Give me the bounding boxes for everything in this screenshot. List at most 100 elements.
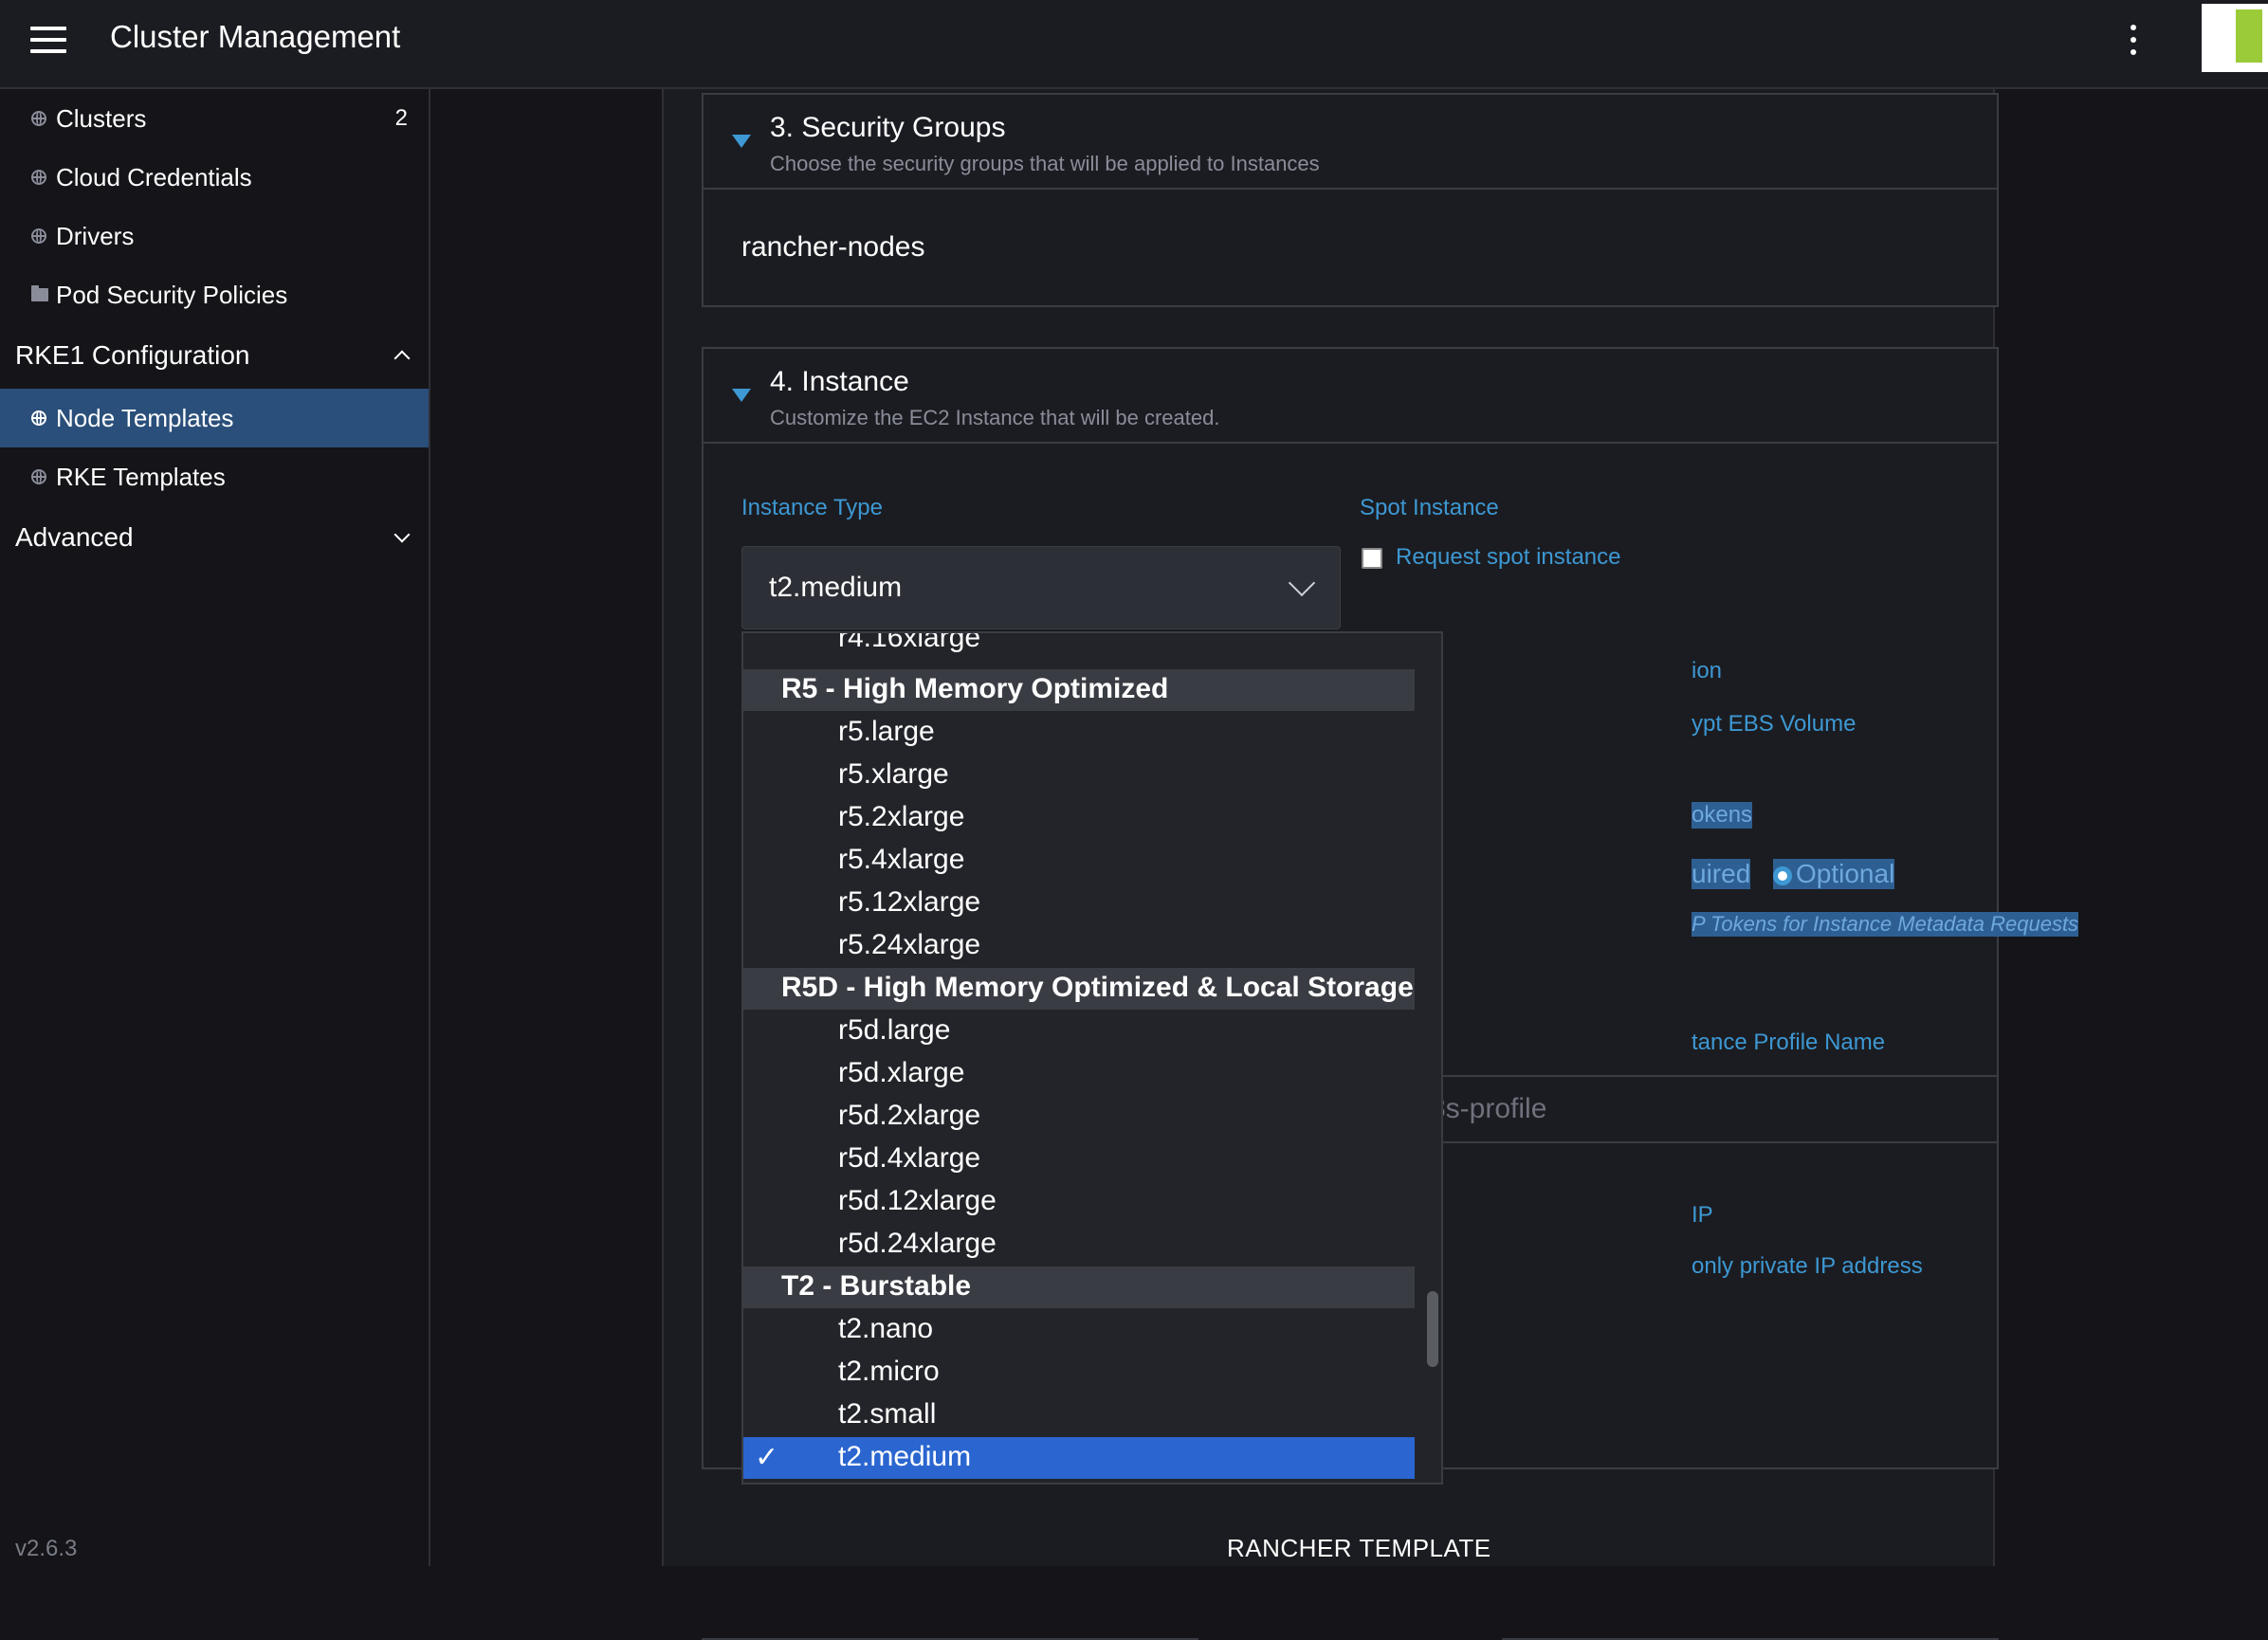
security-groups-header[interactable]: 3. Security Groups Choose the security g… xyxy=(704,95,1997,190)
security-groups-title: 3. Security Groups xyxy=(770,112,1006,143)
encrypt-ebs-volume-label[interactable]: ypt EBS Volume xyxy=(1692,711,1856,738)
option-group-r5: R5 - High Memory Optimized xyxy=(743,669,1415,711)
globe-icon xyxy=(31,111,46,126)
option-r5d-xlarge[interactable]: r5d.xlarge xyxy=(743,1053,1415,1095)
folder-icon xyxy=(31,285,48,302)
sidebar-group-label: RKE1 Configuration xyxy=(15,340,250,370)
sidebar-item-node-templates[interactable]: Node Templates xyxy=(0,389,429,447)
sidebar-item-label: Drivers xyxy=(56,221,135,250)
globe-icon xyxy=(31,170,46,185)
sidebar-item-cloud-credentials[interactable]: Cloud Credentials xyxy=(0,148,429,207)
option-t2-nano[interactable]: t2.nano xyxy=(743,1309,1415,1351)
option-group-r5d: R5D - High Memory Optimized & Local Stor… xyxy=(743,968,1415,1010)
option-label: r5.large xyxy=(838,716,935,747)
chevron-up-icon xyxy=(393,350,411,367)
chevron-down-icon xyxy=(1288,569,1316,597)
option-label: r5d.large xyxy=(838,1014,951,1046)
checkmark-icon: ✓ xyxy=(755,1442,779,1473)
scrollbar-thumb[interactable] xyxy=(1427,1291,1438,1367)
sidebar: Clusters 2 Cloud Credentials Drivers Pod… xyxy=(0,89,430,1566)
instance-subtitle: Customize the EC2 Instance that will be … xyxy=(770,406,1220,429)
sidebar-item-rke-templates[interactable]: RKE Templates xyxy=(0,447,429,506)
instance-type-dropdown-list[interactable]: r4.16xlarge R5 - High Memory Optimized r… xyxy=(741,631,1443,1485)
http-tokens-label: okens xyxy=(1692,802,1753,829)
tokens-required-option[interactable]: uired xyxy=(1692,859,1751,889)
avatar-image xyxy=(2236,9,2262,63)
use-private-ip-only-label[interactable]: only private IP address xyxy=(1692,1253,1923,1280)
option-r4-16xlarge[interactable]: r4.16xlarge xyxy=(743,631,1415,660)
more-options-icon[interactable] xyxy=(2124,23,2143,57)
instance-header[interactable]: 4. Instance Customize the EC2 Instance t… xyxy=(704,349,1997,444)
option-group-label: T2 - Burstable xyxy=(781,1270,972,1302)
chevron-down-icon xyxy=(393,526,411,543)
sidebar-item-label: RKE Templates xyxy=(56,462,226,491)
top-header: Cluster Management xyxy=(0,0,2268,89)
instance-type-select[interactable]: t2.medium xyxy=(741,546,1341,629)
app-title: Cluster Management xyxy=(110,19,401,54)
globe-icon xyxy=(31,410,46,426)
option-t2-micro[interactable]: t2.micro xyxy=(743,1352,1415,1394)
option-label: r5d.24xlarge xyxy=(838,1228,997,1259)
option-r5-24xlarge[interactable]: r5.24xlarge xyxy=(743,925,1415,967)
option-label: r5.2xlarge xyxy=(838,801,965,832)
sidebar-item-drivers[interactable]: Drivers xyxy=(0,207,429,265)
sidebar-item-pod-security-policies[interactable]: Pod Security Policies xyxy=(0,265,429,324)
iam-instance-profile-field[interactable] xyxy=(1418,1077,1997,1141)
radio-selected-icon xyxy=(1773,866,1792,885)
version-label: v2.6.3 xyxy=(15,1536,78,1561)
required-option-label: uired xyxy=(1692,859,1751,888)
request-spot-instance-label[interactable]: Request spot instance xyxy=(1396,544,1620,571)
collapse-triangle-icon[interactable] xyxy=(732,389,751,402)
sidebar-item-label: Node Templates xyxy=(56,403,234,432)
option-label: t2.medium xyxy=(838,1441,972,1472)
sidebar-item-clusters[interactable]: Clusters 2 xyxy=(0,89,429,148)
encryption-label: ion xyxy=(1692,658,1723,683)
option-label: r5.12xlarge xyxy=(838,886,981,918)
option-r5-12xlarge[interactable]: r5.12xlarge xyxy=(743,883,1415,924)
collapse-triangle-icon[interactable] xyxy=(732,135,751,148)
sidebar-item-label: Clusters xyxy=(56,103,147,133)
option-r5d-4xlarge[interactable]: r5d.4xlarge xyxy=(743,1139,1415,1180)
rancher-template-label: RANCHER TEMPLATE xyxy=(1227,1534,1491,1562)
option-r5-2xlarge[interactable]: r5.2xlarge xyxy=(743,797,1415,839)
spot-instance-label: Spot Instance xyxy=(1360,495,1499,520)
security-groups-card: 3. Security Groups Choose the security g… xyxy=(702,93,1999,307)
option-t2-small[interactable]: t2.small xyxy=(743,1394,1415,1436)
option-r5d-24xlarge[interactable]: r5d.24xlarge xyxy=(743,1224,1415,1266)
tokens-optional-option[interactable]: Optional xyxy=(1773,859,1895,889)
option-r5d-2xlarge[interactable]: r5d.2xlarge xyxy=(743,1096,1415,1138)
spot-instance-checkbox[interactable] xyxy=(1362,548,1382,569)
dropdown-scrollbar[interactable] xyxy=(1422,633,1441,1483)
option-r5-4xlarge[interactable]: r5.4xlarge xyxy=(743,840,1415,882)
user-avatar[interactable] xyxy=(2202,4,2268,72)
hamburger-menu-icon[interactable] xyxy=(30,27,66,53)
option-label: r4.16xlarge xyxy=(838,631,981,653)
globe-icon xyxy=(31,228,46,244)
option-r5-large[interactable]: r5.large xyxy=(743,712,1415,754)
option-r5d-12xlarge[interactable]: r5d.12xlarge xyxy=(743,1181,1415,1223)
sidebar-group-rke1-configuration[interactable]: RKE1 Configuration xyxy=(0,326,429,385)
sidebar-group-advanced[interactable]: Advanced xyxy=(0,508,429,567)
http-tokens-description: P Tokens for Instance Metadata Requests xyxy=(1692,912,2079,937)
option-label: r5d.xlarge xyxy=(838,1057,965,1088)
sidebar-item-label: Cloud Credentials xyxy=(56,162,252,191)
option-label: r5.4xlarge xyxy=(838,844,965,875)
optional-option-label: Optional xyxy=(1796,859,1895,888)
clusters-count-badge: 2 xyxy=(394,105,408,131)
option-label: t2.small xyxy=(838,1398,937,1430)
option-label: t2.nano xyxy=(838,1313,934,1344)
instance-title: 4. Instance xyxy=(770,366,909,397)
globe-icon xyxy=(31,469,46,484)
option-group-label: R5D - High Memory Optimized & Local Stor… xyxy=(781,972,1414,1003)
iam-instance-profile-label: tance Profile Name xyxy=(1692,1030,1886,1055)
iam-instance-profile-input[interactable] xyxy=(1417,1075,1999,1143)
security-groups-subtitle: Choose the security groups that will be … xyxy=(770,152,1320,175)
option-label: r5d.12xlarge xyxy=(838,1185,997,1216)
option-r5d-large[interactable]: r5d.large xyxy=(743,1011,1415,1052)
option-r5-xlarge[interactable]: r5.xlarge xyxy=(743,755,1415,796)
option-label: t2.micro xyxy=(838,1356,940,1387)
sidebar-group-label: Advanced xyxy=(15,522,134,552)
instance-type-label: Instance Type xyxy=(741,495,883,520)
option-t2-medium[interactable]: ✓ t2.medium xyxy=(743,1437,1415,1479)
private-ip-label: IP xyxy=(1692,1202,1713,1228)
